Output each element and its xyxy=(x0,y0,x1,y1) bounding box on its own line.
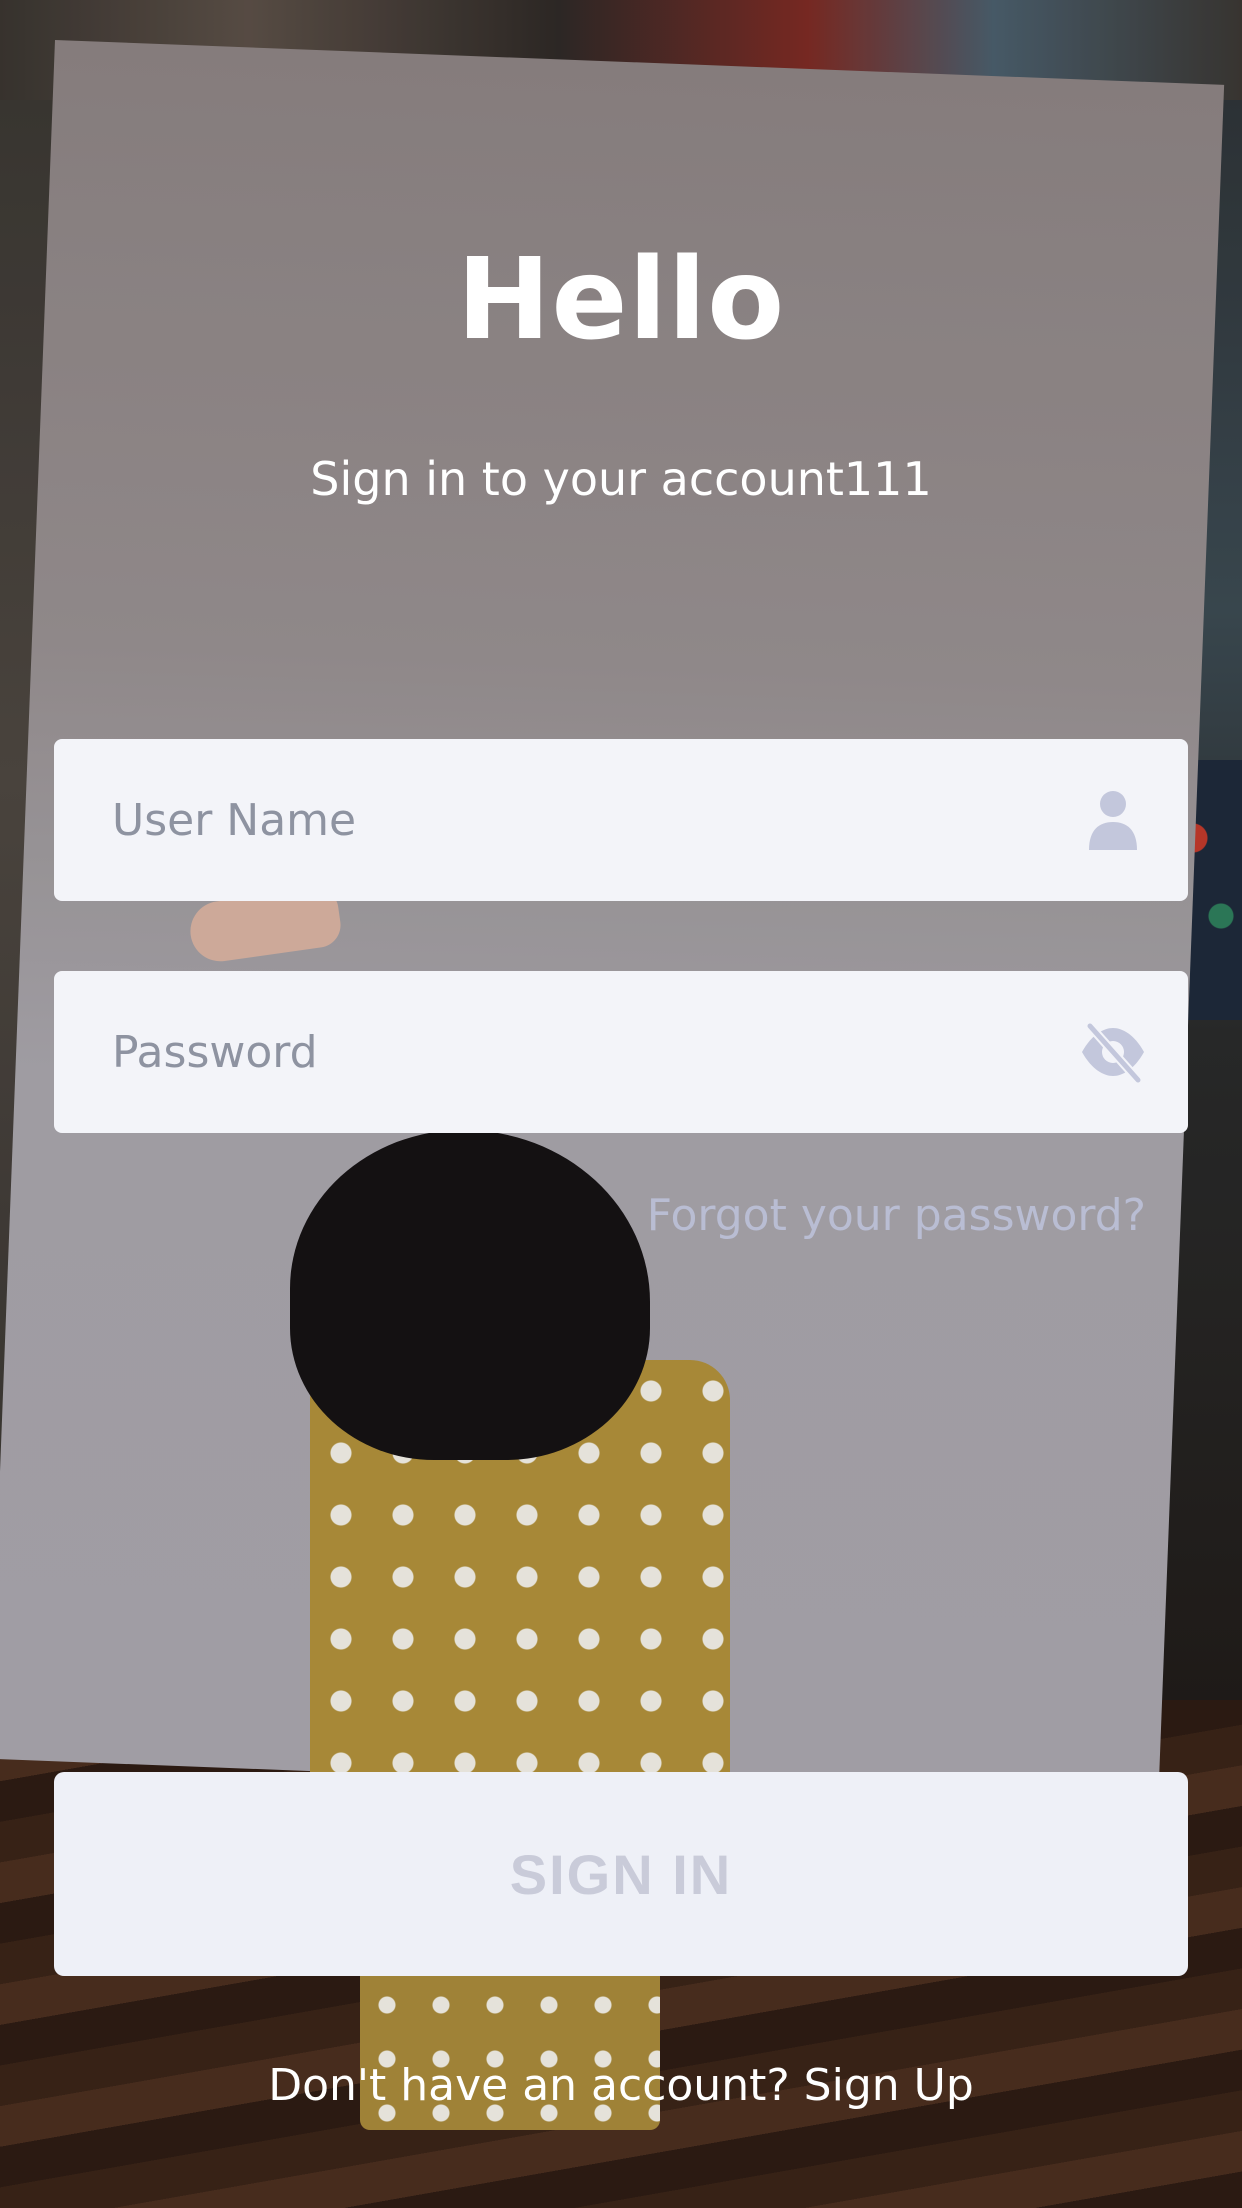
page-subtitle: Sign in to your account111 xyxy=(310,452,932,506)
user-icon xyxy=(1078,785,1148,855)
forgot-password-link[interactable]: Forgot your password? xyxy=(647,1190,1146,1241)
page-title: Hello xyxy=(456,235,786,365)
password-field[interactable] xyxy=(54,970,1188,1134)
sign-up-link[interactable]: Don't have an account? Sign Up xyxy=(0,2060,1242,2111)
password-input[interactable] xyxy=(110,970,1078,1134)
eye-off-icon[interactable] xyxy=(1078,1017,1148,1087)
username-field[interactable] xyxy=(54,738,1188,902)
sign-in-button[interactable]: SIGN IN xyxy=(54,1772,1188,1976)
username-input[interactable] xyxy=(110,738,1078,902)
